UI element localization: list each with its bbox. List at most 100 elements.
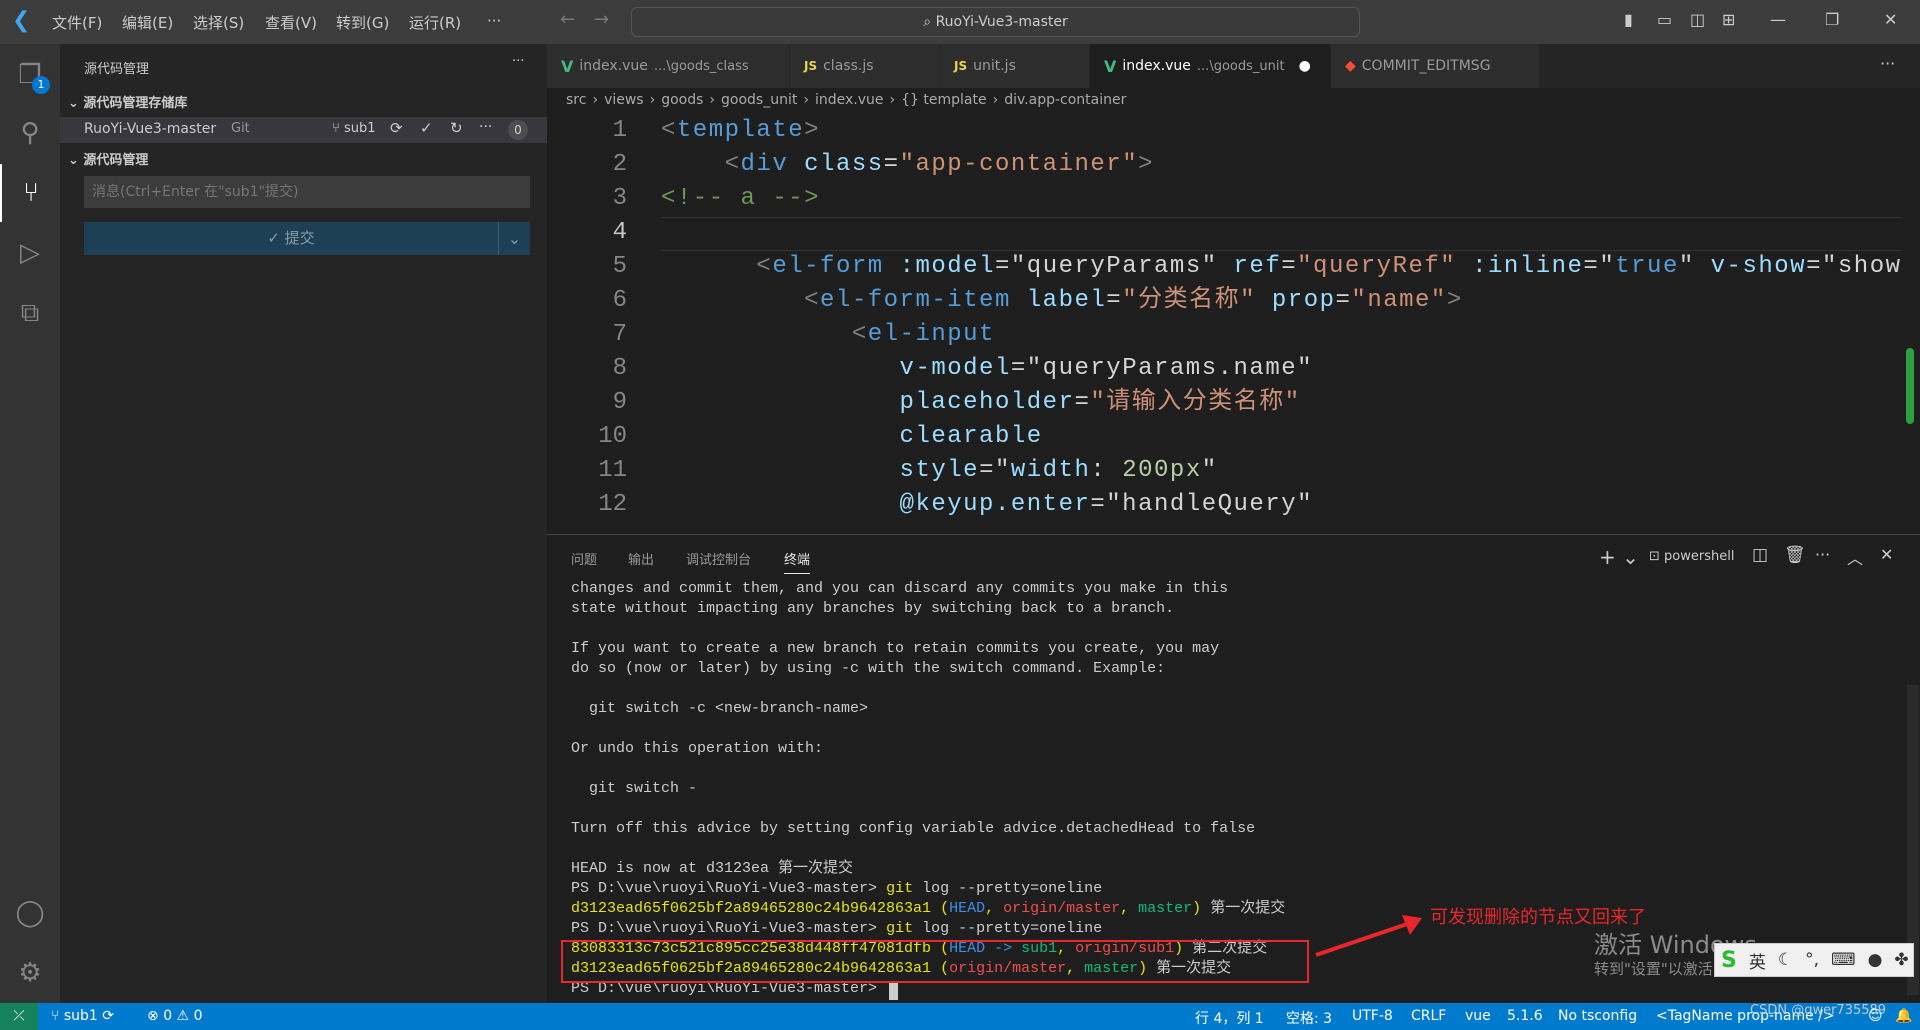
explorer-icon[interactable]: ❐ 1 <box>0 46 60 104</box>
status-eol[interactable]: CRLF <box>1411 1008 1446 1024</box>
apps-icon[interactable]: ✤ <box>1894 950 1908 970</box>
toggle-sidebar-icon[interactable]: ▮ <box>1624 10 1633 29</box>
breadcrumb-item[interactable]: index.vue <box>815 92 884 108</box>
code-line[interactable]: <!-- a --> <box>661 182 820 216</box>
panel-tab[interactable]: 问题 <box>571 549 597 568</box>
terminal-token: changes and commit them, and you can dis… <box>571 580 1229 597</box>
forward-arrow-icon[interactable]: → <box>594 9 609 30</box>
editor-tab[interactable]: Vindex.vue ...\goods_unit ● <box>1090 44 1331 88</box>
feedback-icon[interactable]: ☺ <box>1868 1008 1883 1024</box>
kill-terminal-trash-icon[interactable]: 🗑 <box>1784 545 1806 565</box>
source-control-icon[interactable]: ⑂ <box>0 164 60 222</box>
status-tsconfig[interactable]: No tsconfig <box>1558 1008 1637 1024</box>
code-line[interactable]: <el-input <box>661 318 995 352</box>
commit-message-input[interactable] <box>84 176 530 208</box>
editor-scrollbar[interactable] <box>1906 348 1914 424</box>
commit-button[interactable]: ✓ 提交 <box>84 222 498 255</box>
moon-icon[interactable]: ☾ <box>1778 950 1793 970</box>
refresh-icon[interactable]: ↻ <box>450 119 463 137</box>
breadcrumb-item[interactable]: goods <box>661 92 703 108</box>
panel-tab[interactable]: 调试控制台 <box>686 549 751 568</box>
commit-dropdown-chevron-icon[interactable]: ⌄ <box>498 222 530 255</box>
settings-gear-icon[interactable]: ⚙ <box>0 944 60 1002</box>
menu-item[interactable]: ··· <box>487 12 501 30</box>
status-language[interactable]: vue <box>1465 1008 1491 1024</box>
toggle-panel-icon[interactable]: ▭ <box>1657 10 1672 29</box>
account-icon[interactable]: ◯ <box>0 884 60 942</box>
breadcrumb-item[interactable]: goods_unit <box>721 92 797 108</box>
keyboard-icon[interactable]: ⌨ <box>1831 950 1856 970</box>
code-line[interactable]: style="width: 200px" <box>661 454 1218 488</box>
code-line[interactable]: <template> <box>661 114 820 148</box>
status-version[interactable]: 5.1.6 <box>1507 1008 1543 1024</box>
code-token: ="handleQuery" <box>1090 491 1314 518</box>
panel-tab[interactable]: 输出 <box>628 549 654 568</box>
notifications-bell-icon[interactable]: 🔔 <box>1895 1008 1912 1024</box>
code-line[interactable]: v-model="queryParams.name" <box>661 352 1313 386</box>
close-button[interactable]: ✕ <box>1884 10 1897 29</box>
punctuation-icon[interactable]: °, <box>1805 950 1819 970</box>
repo-row[interactable]: RuoYi-Vue3-master Git ⑂ sub1 ⟳ ✓ ↻ ··· 0 <box>60 117 547 143</box>
terminal-shell-selector[interactable]: ⊡ powershell <box>1649 549 1734 564</box>
sync-icon: ⟳ <box>102 1008 115 1024</box>
code-line[interactable]: placeholder="请输入分类名称" <box>661 386 1301 420</box>
terminal-token: Turn off this advice by setting config v… <box>571 820 1256 837</box>
minimize-button[interactable]: — <box>1770 10 1786 29</box>
panel-more-icon[interactable]: ··· <box>1815 545 1830 564</box>
code-token: <!-- a --> <box>661 185 821 212</box>
status-encoding[interactable]: UTF-8 <box>1352 1008 1393 1024</box>
breadcrumb-item[interactable]: {} template <box>901 92 986 108</box>
code-line[interactable]: <el-form-item label="分类名称" prop="name"> <box>661 284 1463 318</box>
more-actions-icon[interactable]: ··· <box>512 54 524 69</box>
status-position[interactable]: 行 4，列 1 <box>1195 1008 1264 1028</box>
commit-button-group: ✓ 提交 ⌄ <box>84 222 530 255</box>
editor-tab[interactable]: Vindex.vue ...\goods_class <box>547 44 790 88</box>
close-panel-icon[interactable]: ✕ <box>1880 545 1893 564</box>
scm-section-header[interactable]: ⌄ 源代码管理 <box>68 149 148 168</box>
menu-item[interactable]: 转到(G) <box>336 12 389 33</box>
editor-tab[interactable]: JS unit.js <box>940 44 1090 88</box>
toggle-secondary-icon[interactable]: ◫ <box>1690 10 1705 29</box>
sogou-logo-icon: S <box>1721 947 1737 973</box>
menu-item[interactable]: 查看(V) <box>265 12 317 33</box>
layout-icon[interactable]: ⊞ <box>1722 10 1735 29</box>
editor-more-icon[interactable]: ··· <box>1880 54 1895 73</box>
menu-item[interactable]: 编辑(E) <box>122 12 173 33</box>
breadcrumb-item[interactable]: views <box>604 92 644 108</box>
restore-button[interactable]: ❐ <box>1825 10 1839 29</box>
run-debug-icon[interactable]: ▷ <box>0 224 60 282</box>
menu-item[interactable]: 选择(S) <box>193 12 244 33</box>
back-arrow-icon[interactable]: ← <box>560 9 575 30</box>
ime-language-toggle[interactable]: 英 <box>1749 948 1766 973</box>
unsaved-dot-icon[interactable]: ● <box>1299 58 1311 74</box>
status-indent[interactable]: 空格: 3 <box>1286 1008 1332 1028</box>
status-problems[interactable]: ⊗ 0 ⚠ 0 <box>147 1008 202 1024</box>
split-terminal-icon[interactable]: ◫ <box>1752 545 1768 565</box>
sync-icon[interactable]: ⟳ <box>390 119 403 137</box>
code-line[interactable]: clearable <box>661 420 1043 454</box>
commit-check-icon[interactable]: ✓ <box>420 119 433 137</box>
code-line[interactable]: <el-form :model="queryParams" ref="query… <box>661 250 1902 284</box>
breadcrumb-item[interactable]: src <box>566 92 586 108</box>
breadcrumb-item[interactable]: div.app-container <box>1004 92 1126 108</box>
annotation-arrow <box>1315 915 1422 957</box>
code-line[interactable]: <div class="app-container"> <box>661 148 1154 182</box>
menu-item[interactable]: 运行(R) <box>409 12 461 33</box>
code-line[interactable]: @keyup.enter="handleQuery" <box>661 488 1313 522</box>
extensions-icon[interactable]: ⧉ <box>0 284 60 342</box>
branch-button[interactable]: ⑂ sub1 <box>332 121 375 136</box>
search-icon[interactable]: ⚲ <box>0 104 60 162</box>
remote-icon[interactable]: ⤫ <box>0 1003 38 1030</box>
repos-section-header[interactable]: ⌄ 源代码管理存储库 <box>68 92 187 111</box>
menu-item[interactable]: 文件(F) <box>52 12 102 33</box>
editor-tab[interactable]: JS class.js <box>790 44 940 88</box>
editor-tab[interactable]: ◆ COMMIT_EDITMSG <box>1331 44 1540 88</box>
command-center-search[interactable]: ⌕ RuoYi-Vue3-master <box>631 7 1360 37</box>
terminal-token: do so (now or later) by using -c with th… <box>571 660 1166 677</box>
panel-tab[interactable]: 终端 <box>784 549 811 574</box>
status-branch[interactable]: ⑂ sub1 ⟳ <box>51 1008 114 1024</box>
maximize-panel-chevron-up-icon[interactable]: ︿ <box>1847 545 1863 569</box>
repo-more-icon[interactable]: ··· <box>479 119 492 135</box>
new-terminal-icon[interactable]: + ⌄ <box>1599 545 1639 569</box>
user-icon[interactable]: ● <box>1868 950 1883 970</box>
